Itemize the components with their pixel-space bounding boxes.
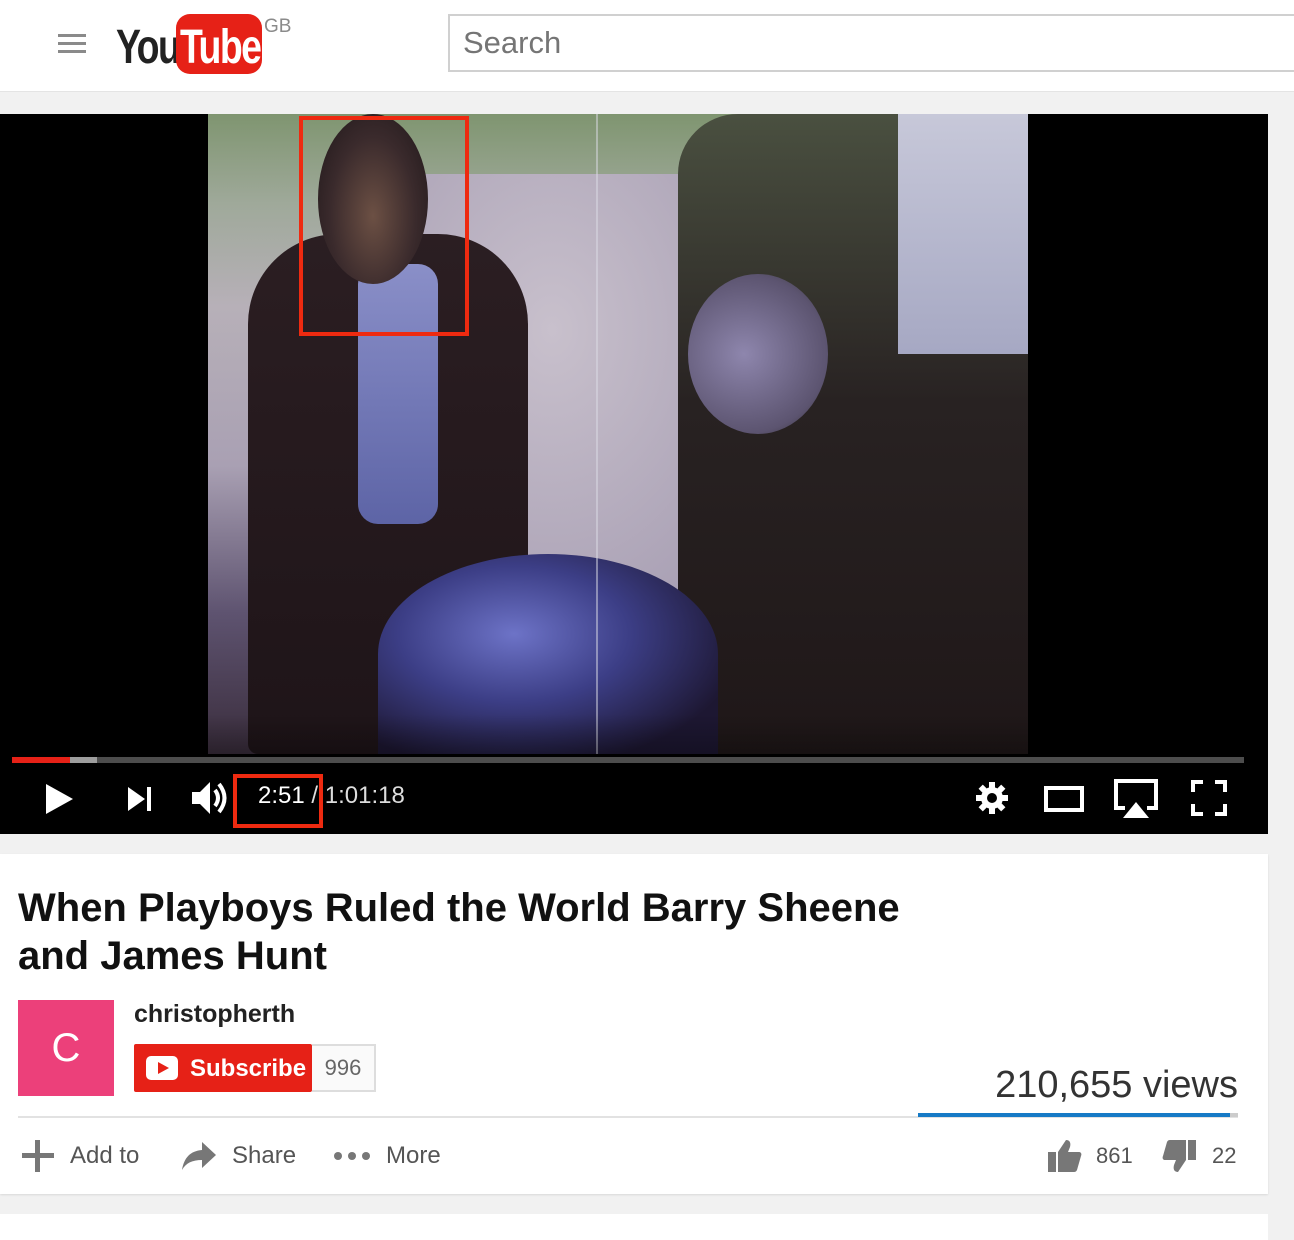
thumbs-down-icon xyxy=(1162,1140,1196,1172)
video-title: When Playboys Ruled the World Barry Shee… xyxy=(18,886,900,978)
play-icon[interactable] xyxy=(44,782,76,816)
airplay-icon[interactable] xyxy=(1113,778,1159,820)
video-player[interactable]: 2:51 / 1:01:18 xyxy=(0,114,1268,834)
next-icon[interactable] xyxy=(126,785,154,813)
plus-icon xyxy=(22,1140,54,1172)
subscriber-count: 996 xyxy=(312,1044,376,1092)
add-to-button[interactable]: Add to xyxy=(20,1136,139,1176)
more-dots-icon xyxy=(334,1152,370,1160)
like-ratio-bar xyxy=(918,1113,1230,1117)
theater-mode-icon[interactable] xyxy=(1043,784,1085,814)
subscribe-label: Subscribe xyxy=(190,1055,307,1082)
fullscreen-icon[interactable] xyxy=(1191,780,1227,816)
more-button[interactable]: More xyxy=(332,1136,441,1176)
subscribe-button[interactable]: Subscribe xyxy=(134,1044,312,1092)
progress-bar[interactable] xyxy=(12,757,1244,763)
view-count: 210,655 views xyxy=(995,1064,1238,1106)
like-button[interactable]: 861 xyxy=(1046,1136,1133,1176)
time-highlight-box xyxy=(233,774,323,828)
youtube-play-icon xyxy=(146,1056,178,1080)
region-label: GB xyxy=(264,16,292,37)
face-highlight-box xyxy=(299,116,469,336)
dislike-ratio-bar xyxy=(1230,1113,1238,1117)
masthead: You Tube GB xyxy=(0,0,1294,92)
video-figure-shirt-right xyxy=(898,114,1028,354)
video-figure-arm xyxy=(688,274,828,434)
add-to-label: Add to xyxy=(70,1142,140,1169)
settings-gear-icon[interactable] xyxy=(975,781,1009,815)
search-input[interactable] xyxy=(448,14,1294,72)
dislike-count: 22 xyxy=(1212,1143,1237,1168)
channel-name[interactable]: christopherth xyxy=(134,1000,295,1029)
progress-played xyxy=(12,757,70,763)
share-button[interactable]: Share xyxy=(180,1136,296,1176)
video-info-panel: When Playboys Ruled the World Barry Shee… xyxy=(0,854,1268,1194)
guide-menu-icon[interactable] xyxy=(58,34,86,56)
share-arrow-icon xyxy=(182,1142,216,1170)
share-label: Share xyxy=(232,1142,297,1169)
next-section-card xyxy=(0,1214,1268,1240)
logo-tube-text: Tube xyxy=(180,21,262,74)
more-label: More xyxy=(386,1142,441,1169)
duration: 1:01:18 xyxy=(324,782,405,809)
volume-icon[interactable] xyxy=(190,779,230,817)
thumbs-up-icon xyxy=(1048,1140,1082,1172)
film-scratch-line xyxy=(596,114,598,754)
logo-you-text: You xyxy=(116,21,181,74)
dislike-button[interactable]: 22 xyxy=(1162,1136,1236,1176)
channel-avatar[interactable]: C xyxy=(18,1000,114,1096)
like-count: 861 xyxy=(1096,1143,1133,1168)
